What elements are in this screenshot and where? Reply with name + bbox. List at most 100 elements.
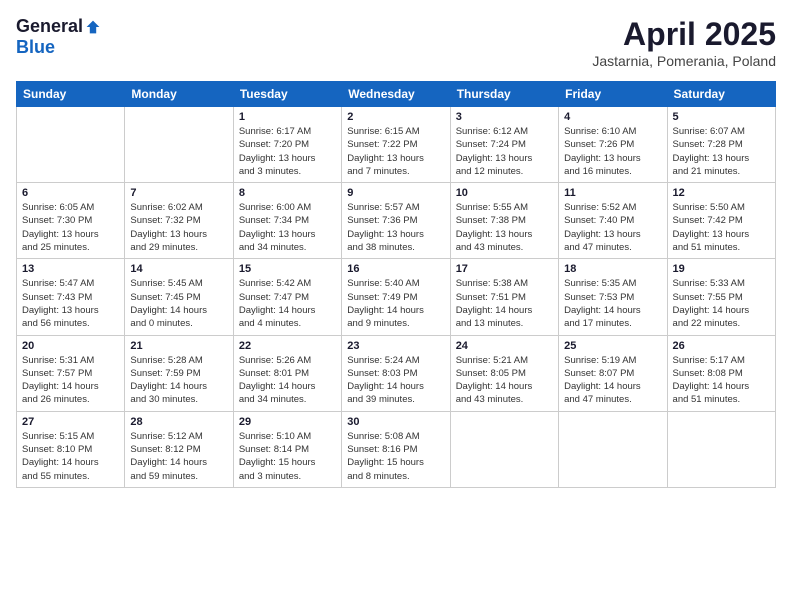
day-number: 3 xyxy=(456,111,553,123)
day-number: 15 xyxy=(239,263,336,275)
day-number: 20 xyxy=(22,340,119,352)
calendar-week-row: 1Sunrise: 6:17 AM Sunset: 7:20 PM Daylig… xyxy=(17,107,776,183)
day-header-saturday: Saturday xyxy=(667,82,775,107)
calendar-cell: 14Sunrise: 5:45 AM Sunset: 7:45 PM Dayli… xyxy=(125,259,233,335)
day-number: 7 xyxy=(130,187,227,199)
calendar-cell: 4Sunrise: 6:10 AM Sunset: 7:26 PM Daylig… xyxy=(559,107,667,183)
calendar-cell: 13Sunrise: 5:47 AM Sunset: 7:43 PM Dayli… xyxy=(17,259,125,335)
calendar-cell xyxy=(17,107,125,183)
logo-blue-text: Blue xyxy=(16,37,55,58)
day-header-thursday: Thursday xyxy=(450,82,558,107)
calendar-cell: 2 Sunrise: 6:15 AM Sunset: 7:22 PM Daylig… xyxy=(342,107,450,183)
day-number: 19 xyxy=(673,263,770,275)
day-detail: Sunrise: 5:33 AM Sunset: 7:55 PM Dayligh… xyxy=(673,277,770,330)
calendar-header-row: SundayMondayTuesdayWednesdayThursdayFrid… xyxy=(17,82,776,107)
calendar-cell: 5 Sunrise: 6:07 AM Sunset: 7:28 PM Daylig… xyxy=(667,107,775,183)
day-number: 28 xyxy=(130,416,227,428)
calendar-cell: 21 Sunrise: 5:28 AM Sunset: 7:59 PM Dayli… xyxy=(125,335,233,411)
day-detail: Sunrise: 5:50 AM Sunset: 7:42 PM Dayligh… xyxy=(673,201,770,254)
day-number: 17 xyxy=(456,263,553,275)
calendar-cell: 1Sunrise: 6:17 AM Sunset: 7:20 PM Daylig… xyxy=(233,107,341,183)
title-area: April 2025 Jastarnia, Pomerania, Poland xyxy=(592,16,776,69)
day-header-wednesday: Wednesday xyxy=(342,82,450,107)
calendar-week-row: 20 Sunrise: 5:31 AM Sunset: 7:57 PM Dayli… xyxy=(17,335,776,411)
calendar-cell: 30 Sunrise: 5:08 AM Sunset: 8:16 PM Dayli… xyxy=(342,411,450,487)
day-number: 25 xyxy=(564,340,661,352)
day-number: 27 xyxy=(22,416,119,428)
day-header-friday: Friday xyxy=(559,82,667,107)
day-number: 26 xyxy=(673,340,770,352)
day-number: 23 xyxy=(347,340,444,352)
day-detail: Sunrise: 5:17 AM Sunset: 8:08 PM Dayligh… xyxy=(673,354,770,407)
day-detail: Sunrise: 5:15 AM Sunset: 8:10 PM Dayligh… xyxy=(22,430,119,483)
day-number: 4 xyxy=(564,111,661,123)
calendar-cell: 20 Sunrise: 5:31 AM Sunset: 7:57 PM Dayli… xyxy=(17,335,125,411)
day-number: 5 xyxy=(673,111,770,123)
calendar-cell: 3 Sunrise: 6:12 AM Sunset: 7:24 PM Daylig… xyxy=(450,107,558,183)
day-detail: Sunrise: 6:17 AM Sunset: 7:20 PM Dayligh… xyxy=(239,125,336,178)
calendar-cell: 10 Sunrise: 5:55 AM Sunset: 7:38 PM Dayli… xyxy=(450,183,558,259)
calendar-cell: 25 Sunrise: 5:19 AM Sunset: 8:07 PM Dayli… xyxy=(559,335,667,411)
day-number: 6 xyxy=(22,187,119,199)
month-title: April 2025 xyxy=(592,16,776,53)
day-detail: Sunrise: 6:05 AM Sunset: 7:30 PM Dayligh… xyxy=(22,201,119,254)
calendar-week-row: 27 Sunrise: 5:15 AM Sunset: 8:10 PM Dayli… xyxy=(17,411,776,487)
day-header-sunday: Sunday xyxy=(17,82,125,107)
calendar-cell xyxy=(125,107,233,183)
calendar-week-row: 13Sunrise: 5:47 AM Sunset: 7:43 PM Dayli… xyxy=(17,259,776,335)
day-detail: Sunrise: 5:10 AM Sunset: 8:14 PM Dayligh… xyxy=(239,430,336,483)
calendar-cell: 22Sunrise: 5:26 AM Sunset: 8:01 PM Dayli… xyxy=(233,335,341,411)
day-detail: Sunrise: 5:45 AM Sunset: 7:45 PM Dayligh… xyxy=(130,277,227,330)
calendar-cell: 19 Sunrise: 5:33 AM Sunset: 7:55 PM Dayli… xyxy=(667,259,775,335)
calendar-cell: 6 Sunrise: 6:05 AM Sunset: 7:30 PM Daylig… xyxy=(17,183,125,259)
day-number: 30 xyxy=(347,416,444,428)
day-detail: Sunrise: 5:12 AM Sunset: 8:12 PM Dayligh… xyxy=(130,430,227,483)
day-detail: Sunrise: 6:02 AM Sunset: 7:32 PM Dayligh… xyxy=(130,201,227,254)
day-number: 8 xyxy=(239,187,336,199)
day-detail: Sunrise: 6:07 AM Sunset: 7:28 PM Dayligh… xyxy=(673,125,770,178)
calendar-cell: 28 Sunrise: 5:12 AM Sunset: 8:12 PM Dayli… xyxy=(125,411,233,487)
day-detail: Sunrise: 6:12 AM Sunset: 7:24 PM Dayligh… xyxy=(456,125,553,178)
calendar-cell: 23Sunrise: 5:24 AM Sunset: 8:03 PM Dayli… xyxy=(342,335,450,411)
calendar-cell: 7 Sunrise: 6:02 AM Sunset: 7:32 PM Daylig… xyxy=(125,183,233,259)
day-detail: Sunrise: 5:57 AM Sunset: 7:36 PM Dayligh… xyxy=(347,201,444,254)
day-detail: Sunrise: 5:21 AM Sunset: 8:05 PM Dayligh… xyxy=(456,354,553,407)
day-number: 10 xyxy=(456,187,553,199)
day-detail: Sunrise: 5:28 AM Sunset: 7:59 PM Dayligh… xyxy=(130,354,227,407)
logo-icon xyxy=(85,19,101,35)
calendar-cell: 11 Sunrise: 5:52 AM Sunset: 7:40 PM Dayli… xyxy=(559,183,667,259)
day-number: 22 xyxy=(239,340,336,352)
day-detail: Sunrise: 5:42 AM Sunset: 7:47 PM Dayligh… xyxy=(239,277,336,330)
day-number: 11 xyxy=(564,187,661,199)
calendar-cell: 27 Sunrise: 5:15 AM Sunset: 8:10 PM Dayli… xyxy=(17,411,125,487)
calendar-table: SundayMondayTuesdayWednesdayThursdayFrid… xyxy=(16,81,776,488)
day-detail: Sunrise: 5:35 AM Sunset: 7:53 PM Dayligh… xyxy=(564,277,661,330)
logo: General Blue xyxy=(16,16,101,58)
day-number: 29 xyxy=(239,416,336,428)
day-detail: Sunrise: 5:38 AM Sunset: 7:51 PM Dayligh… xyxy=(456,277,553,330)
day-number: 2 xyxy=(347,111,444,123)
calendar-cell: 26 Sunrise: 5:17 AM Sunset: 8:08 PM Dayli… xyxy=(667,335,775,411)
calendar-cell xyxy=(450,411,558,487)
calendar-cell: 15 Sunrise: 5:42 AM Sunset: 7:47 PM Dayli… xyxy=(233,259,341,335)
day-number: 21 xyxy=(130,340,227,352)
day-number: 12 xyxy=(673,187,770,199)
day-detail: Sunrise: 5:31 AM Sunset: 7:57 PM Dayligh… xyxy=(22,354,119,407)
day-header-tuesday: Tuesday xyxy=(233,82,341,107)
calendar-week-row: 6 Sunrise: 6:05 AM Sunset: 7:30 PM Daylig… xyxy=(17,183,776,259)
day-detail: Sunrise: 5:52 AM Sunset: 7:40 PM Dayligh… xyxy=(564,201,661,254)
calendar-cell xyxy=(667,411,775,487)
location-title: Jastarnia, Pomerania, Poland xyxy=(592,53,776,69)
calendar-cell: 17 Sunrise: 5:38 AM Sunset: 7:51 PM Dayli… xyxy=(450,259,558,335)
calendar-cell: 9Sunrise: 5:57 AM Sunset: 7:36 PM Daylig… xyxy=(342,183,450,259)
day-detail: Sunrise: 5:08 AM Sunset: 8:16 PM Dayligh… xyxy=(347,430,444,483)
calendar-cell xyxy=(559,411,667,487)
calendar-cell: 18Sunrise: 5:35 AM Sunset: 7:53 PM Dayli… xyxy=(559,259,667,335)
day-detail: Sunrise: 5:55 AM Sunset: 7:38 PM Dayligh… xyxy=(456,201,553,254)
day-number: 13 xyxy=(22,263,119,275)
day-detail: Sunrise: 5:40 AM Sunset: 7:49 PM Dayligh… xyxy=(347,277,444,330)
day-number: 16 xyxy=(347,263,444,275)
day-detail: Sunrise: 5:19 AM Sunset: 8:07 PM Dayligh… xyxy=(564,354,661,407)
day-detail: Sunrise: 6:15 AM Sunset: 7:22 PM Dayligh… xyxy=(347,125,444,178)
logo-general-text: General xyxy=(16,16,83,37)
